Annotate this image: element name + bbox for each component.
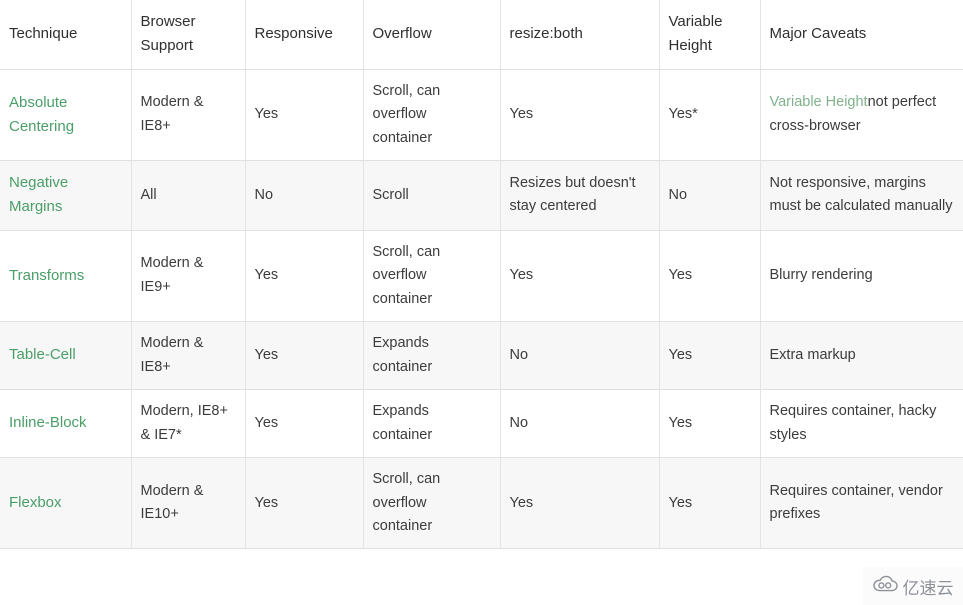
table-row: Table-Cell Modern & IE8+ Yes Expands con… bbox=[0, 321, 963, 391]
cell-major-caveats: Not responsive, margins must be calculat… bbox=[760, 160, 963, 231]
cell-major-caveats: Requires container, vendor prefixes bbox=[760, 457, 963, 550]
cell-responsive: No bbox=[245, 160, 364, 231]
cell-overflow: Scroll, can overflow container bbox=[363, 69, 501, 162]
cell-technique: Flexbox bbox=[0, 457, 132, 550]
cell-resize-both: Yes bbox=[500, 457, 660, 550]
cell-responsive: Yes bbox=[245, 321, 364, 391]
column-header-major-caveats: Major Caveats bbox=[760, 0, 963, 70]
cell-overflow: Expands container bbox=[363, 321, 501, 391]
table-header: Technique Browser Support Responsive Ove… bbox=[0, 0, 963, 70]
cell-browser-support: All bbox=[131, 160, 246, 231]
cell-overflow: Scroll, can overflow container bbox=[363, 457, 501, 550]
watermark: 亿速云 bbox=[863, 567, 963, 605]
cell-browser-support: Modern & IE8+ bbox=[131, 69, 246, 162]
caveat-text: Extra markup bbox=[769, 346, 856, 363]
technique-comparison-table: Technique Browser Support Responsive Ove… bbox=[0, 0, 963, 550]
cell-browser-support: Modern & IE10+ bbox=[131, 457, 246, 550]
table-body: Absolute Centering Modern & IE8+ Yes Scr… bbox=[0, 69, 963, 550]
table-header-row: Technique Browser Support Responsive Ove… bbox=[0, 0, 963, 70]
cell-overflow: Expands container bbox=[363, 389, 501, 459]
column-header-browser-support: Browser Support bbox=[131, 0, 246, 70]
column-header-variable-height: Variable Height bbox=[659, 0, 761, 70]
column-header-responsive: Responsive bbox=[245, 0, 364, 70]
column-header-resize-both: resize:both bbox=[500, 0, 660, 70]
cell-resize-both: No bbox=[500, 389, 660, 459]
cell-variable-height: Yes* bbox=[659, 69, 761, 162]
cell-responsive: Yes bbox=[245, 230, 364, 323]
cell-technique: Transforms bbox=[0, 230, 132, 323]
caveat-text: Not responsive, margins must be calculat… bbox=[769, 174, 953, 215]
cell-variable-height: No bbox=[659, 160, 761, 231]
column-header-overflow: Overflow bbox=[363, 0, 501, 70]
cell-variable-height: Yes bbox=[659, 457, 761, 550]
cell-resize-both: Yes bbox=[500, 69, 660, 162]
cell-major-caveats: Requires container, hacky styles bbox=[760, 389, 963, 459]
cell-technique: Table-Cell bbox=[0, 321, 132, 391]
cell-major-caveats: Variable Heightnot perfect cross-browser bbox=[760, 69, 963, 162]
cell-variable-height: Yes bbox=[659, 389, 761, 459]
watermark-text: 亿速云 bbox=[902, 578, 954, 599]
cell-technique: Inline-Block bbox=[0, 389, 132, 459]
cell-technique: Absolute Centering bbox=[0, 69, 132, 162]
caveat-text: Blurry rendering bbox=[769, 267, 873, 284]
cell-overflow: Scroll bbox=[363, 160, 501, 231]
cell-major-caveats: Extra markup bbox=[760, 321, 963, 391]
table-row: Transforms Modern & IE9+ Yes Scroll, can… bbox=[0, 230, 963, 323]
cell-resize-both: Resizes but doesn't stay centered bbox=[500, 160, 660, 231]
cell-major-caveats: Blurry rendering bbox=[760, 230, 963, 323]
cell-responsive: Yes bbox=[245, 69, 364, 162]
cell-browser-support: Modern & IE9+ bbox=[131, 230, 246, 323]
cell-browser-support: Modern, IE8+ & IE7* bbox=[131, 389, 246, 459]
cell-overflow: Scroll, can overflow container bbox=[363, 230, 501, 323]
table-row: Absolute Centering Modern & IE8+ Yes Scr… bbox=[0, 69, 963, 162]
cell-resize-both: Yes bbox=[500, 230, 660, 323]
table-row: Inline-Block Modern, IE8+ & IE7* Yes Exp… bbox=[0, 389, 963, 459]
caveat-text: Requires container, vendor prefixes bbox=[769, 482, 943, 523]
variable-height-link[interactable]: Variable Height bbox=[770, 94, 868, 110]
cell-resize-both: No bbox=[500, 321, 660, 391]
cell-responsive: Yes bbox=[245, 457, 364, 550]
cell-variable-height: Yes bbox=[659, 321, 761, 391]
cell-browser-support: Modern & IE8+ bbox=[131, 321, 246, 391]
column-header-technique: Technique bbox=[0, 0, 132, 70]
cloud-logo-icon bbox=[872, 575, 899, 598]
caveat-text: Requires container, hacky styles bbox=[769, 403, 937, 443]
cell-technique: Negative Margins bbox=[0, 160, 132, 231]
table-row: Negative Margins All No Scroll Resizes b… bbox=[0, 160, 963, 231]
cell-responsive: Yes bbox=[245, 389, 364, 459]
table-row: Flexbox Modern & IE10+ Yes Scroll, can o… bbox=[0, 457, 963, 550]
cell-variable-height: Yes bbox=[659, 230, 761, 323]
